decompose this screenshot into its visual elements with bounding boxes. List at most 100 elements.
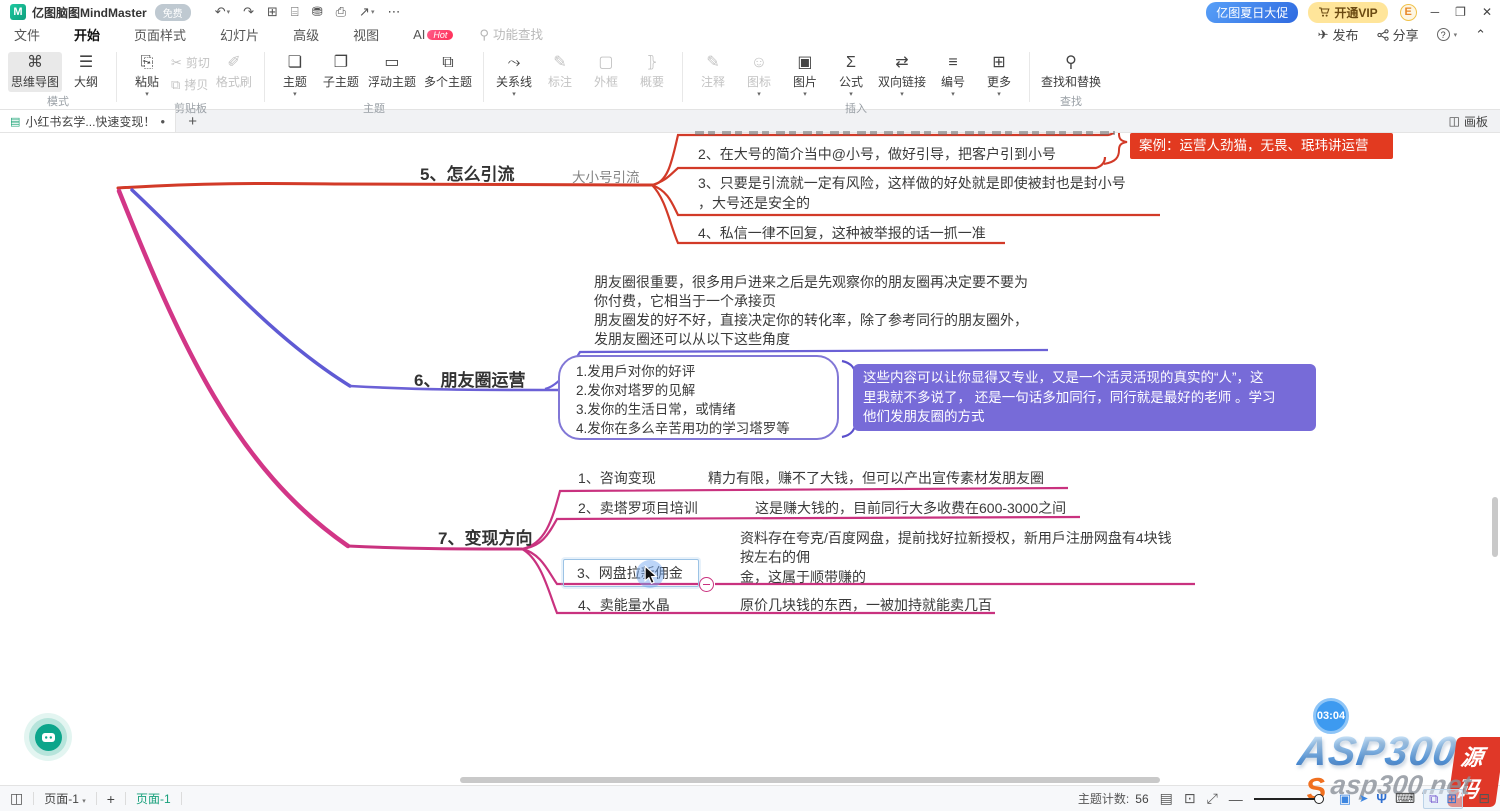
subtopic-button[interactable]: ❐子主题 — [319, 52, 363, 92]
topic-paragraph[interactable]: 朋友圈很重要，很多用戶进来之后是先观察你的朋友圈再决定要不要为 你付费，它相当于… — [594, 273, 1028, 349]
topic-item[interactable]: 4、卖能量水晶 — [578, 595, 670, 615]
share-button[interactable]: 分享 — [1377, 25, 1419, 44]
undo-button[interactable]: ↶▾ — [215, 4, 230, 20]
document-tab[interactable]: ▤ 小红书玄学...快速变现！ ● — [0, 110, 176, 132]
copy-button[interactable]: ⧉拷贝 — [171, 75, 210, 94]
zoom-track — [1254, 798, 1316, 800]
zoom-knob[interactable] — [1314, 794, 1324, 804]
mindmap-canvas[interactable]: 5、怎么引流 大小号引流 2、在大号的简介当中@小号，做好引导，把客户引到小号 … — [0, 133, 1500, 785]
export-button[interactable]: ↗▾ — [359, 4, 374, 20]
customize-toolbar-button[interactable]: ⋯ — [387, 4, 400, 20]
numbering-button[interactable]: ≡编号▾ — [931, 52, 975, 99]
mindmap-mode-button[interactable]: ⌘思维导图 — [8, 52, 62, 92]
mic-icon[interactable]: Ψ — [1376, 791, 1387, 806]
formula-icon: Σ — [846, 54, 856, 71]
selected-topic-node[interactable]: 3、网盘拉新佣金 — [563, 559, 699, 587]
feature-search: ⚲ — [479, 27, 583, 43]
promo-badge[interactable]: 亿图夏日大促 — [1206, 2, 1298, 23]
bidirectional-link-button[interactable]: ⇄双向链接▾ — [875, 52, 929, 99]
new-doc-button[interactable]: ⊞ — [267, 4, 278, 20]
fullscreen-icon[interactable]: ⤢ — [1207, 790, 1218, 807]
new-tab-button[interactable]: + — [176, 113, 209, 130]
tab-home[interactable]: 开始 — [74, 25, 100, 44]
print-button[interactable]: ⎙ — [336, 4, 346, 20]
board-panel-button[interactable]: ◫画板 — [1449, 113, 1500, 130]
topic-note[interactable]: 精力有限，赚不了大钱，但可以产出宣传素材发朋友圈 — [708, 468, 1044, 488]
topic-note[interactable]: 资料存在夸克/百度网盘，提前找好拉新授权，新用戶注册网盘有4块钱 按左右的佣 金… — [740, 529, 1172, 587]
chevron-down-icon: ▾ — [512, 92, 516, 97]
picture-button[interactable]: ▣图片▾ — [783, 52, 827, 99]
topic-item[interactable]: 4、私信一律不回复，这种被举报的话一抓一准 — [698, 223, 986, 243]
cut-button[interactable]: ✂剪切 — [171, 53, 210, 72]
relationship-button[interactable]: ⤳关系线▾ — [492, 52, 536, 99]
topic-note[interactable]: 原价几块钱的东西，一被加持就能卖几百 — [740, 595, 992, 615]
multi-topic-button[interactable]: ⧉多个主题 — [421, 52, 475, 92]
topic-item[interactable]: 2、在大号的简介当中@小号，做好引导，把客户引到小号 — [698, 144, 1056, 164]
ai-assistant-button[interactable] — [24, 713, 72, 761]
keyboard-icon[interactable]: ⌨ — [1395, 790, 1415, 807]
outline-mode-button[interactable]: ☰大纲 — [64, 52, 108, 92]
tab-advanced[interactable]: 高级 — [293, 25, 319, 44]
apps-icon[interactable]: ⊞ — [1446, 791, 1457, 807]
callout-button[interactable]: ✎标注 — [538, 52, 582, 92]
help-button[interactable]: ?▾ — [1437, 28, 1458, 41]
publish-label: 发布 — [1333, 25, 1359, 44]
save-button[interactable]: ⛃ — [312, 4, 323, 20]
topic-line: 朋友圈很重要，很多用戶进来之后是先观察你的朋友圈再决定要不要为 — [594, 273, 1028, 292]
tab-file[interactable]: 文件 — [14, 25, 40, 44]
zoom-out-button[interactable]: — — [1229, 791, 1243, 807]
more-insert-button[interactable]: ⊞更多▾ — [977, 52, 1021, 99]
vertical-scrollbar[interactable] — [1492, 497, 1498, 557]
horizontal-scrollbar[interactable] — [460, 777, 1160, 783]
collapse-ribbon-button[interactable]: ⌃ — [1475, 27, 1486, 43]
formula-button[interactable]: Σ公式▾ — [829, 52, 873, 99]
minimize-button[interactable]: ─ — [1431, 5, 1440, 19]
recording-timer-badge[interactable]: 03:04 — [1313, 698, 1349, 734]
topic-branch6-title[interactable]: 6、朋友圈运营 — [414, 366, 525, 391]
topic-branch5-hint[interactable]: 大小号引流 — [572, 166, 640, 186]
zoom-slider[interactable] — [1254, 794, 1324, 804]
boundary-button[interactable]: ▢外框 — [584, 52, 628, 92]
comment-button[interactable]: ✎注释 — [691, 52, 735, 92]
publish-button[interactable]: ✈发布 — [1318, 25, 1359, 44]
tab-ai[interactable]: AI Hot — [413, 27, 453, 42]
help-icon: ? — [1437, 28, 1450, 41]
page-selector[interactable]: 页面-1 ▾ — [44, 790, 86, 807]
tab-page-style[interactable]: 页面样式 — [134, 25, 186, 44]
topic-item[interactable]: 1、咨询变现 — [578, 468, 656, 488]
topic-branch5-title[interactable]: 5、怎么引流 — [420, 160, 514, 185]
floating-topic-button[interactable]: ▭浮动主题 — [365, 52, 419, 92]
topic-branch7-title[interactable]: 7、变现方向 — [438, 524, 532, 549]
screenshare-icon[interactable]: ▣ — [1339, 791, 1351, 807]
page-overview-icon[interactable]: ◫ — [10, 790, 23, 807]
case-callout-box[interactable]: 案例：运营人劲猫，无畏、珉玮讲运营 — [1130, 133, 1393, 159]
topic-button[interactable]: ❏主题▾ — [273, 52, 317, 99]
pages-view-icon[interactable]: ▤ — [1160, 790, 1173, 807]
close-button[interactable]: ✕ — [1482, 5, 1492, 19]
open-button[interactable]: ⌸ — [291, 4, 299, 20]
icon-marker-button[interactable]: ☺图标▾ — [737, 52, 781, 99]
tab-slideshow[interactable]: 幻灯片 — [220, 25, 259, 44]
pointer-icon[interactable]: ➤ — [1359, 792, 1368, 805]
vip-button[interactable]: 开通VIP — [1308, 2, 1387, 23]
tab-view[interactable]: 视图 — [353, 25, 379, 44]
topic-note[interactable]: 这是赚大钱的，目前同行大多收费在600-3000之间 — [755, 498, 1066, 518]
purple-note-box[interactable]: 这些内容可以让你显得又专业，又是一个活灵活现的真实的“人”，这 里我就不多说了，… — [853, 364, 1316, 431]
page-tab-active[interactable]: 页面-1 — [136, 790, 171, 807]
add-page-button[interactable]: + — [107, 791, 115, 807]
collapse-statusbar-icon[interactable]: ⊟ — [1478, 790, 1490, 807]
topic-bubble[interactable]: 1.发用戶对你的好评 2.发你对塔罗的见解 3.发你的生活日常，或情绪 4.发你… — [558, 355, 839, 440]
format-painter-button[interactable]: ✐格式刷 — [212, 52, 256, 92]
collapse-handle[interactable] — [699, 577, 714, 592]
fit-view-icon[interactable]: ⊡ — [1184, 790, 1196, 807]
clipboard-icon[interactable]: ⧉ — [1429, 791, 1438, 807]
paste-button[interactable]: ⎘粘贴▾ — [125, 52, 169, 99]
avatar[interactable]: E — [1400, 4, 1417, 21]
summary-button[interactable]: ⦄概要 — [630, 52, 674, 92]
maximize-button[interactable]: ❐ — [1455, 5, 1466, 19]
search-input[interactable] — [493, 28, 583, 42]
redo-button[interactable]: ↷ — [243, 4, 254, 20]
topic-item[interactable]: 3、只要是引流就一定有风险，这样做的好处就是即使被封也是封小号 ，大号还是安全的 — [698, 174, 1126, 213]
topic-item[interactable]: 2、卖塔罗项目培训 — [578, 498, 698, 518]
find-replace-button[interactable]: ⚲查找和替换 — [1038, 52, 1104, 92]
